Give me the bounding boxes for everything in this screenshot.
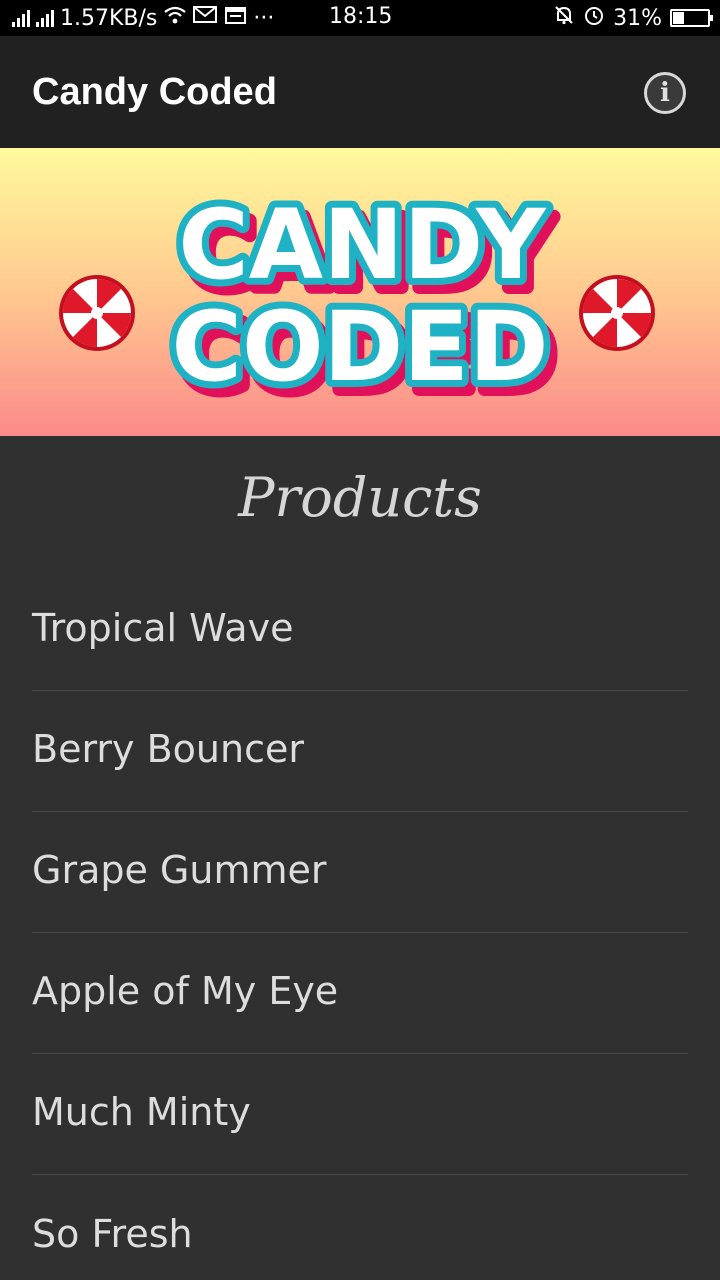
signal-icon: [36, 9, 54, 27]
signal-icon: [12, 9, 30, 27]
product-item-so-fresh[interactable]: So Fresh: [32, 1175, 688, 1280]
info-icon: i: [660, 78, 670, 108]
app-bar: Candy Coded i: [0, 36, 720, 148]
mute-icon: [553, 4, 575, 32]
peppermint-icon-right: [579, 275, 655, 351]
status-time: 18:15: [329, 4, 393, 29]
mail-icon: [193, 5, 219, 31]
battery-percent: 31%: [613, 5, 662, 31]
battery-icon: [670, 9, 713, 27]
logo-line1: CANDY: [178, 189, 547, 301]
product-item-grape-gummer[interactable]: Grape Gummer: [32, 812, 688, 933]
status-left: 1.57KB/s ···: [12, 5, 274, 31]
product-item-much-minty[interactable]: Much Minty: [32, 1054, 688, 1175]
info-button[interactable]: i: [644, 72, 686, 114]
peppermint-icon-left: [59, 275, 135, 351]
app-title: Candy Coded: [32, 70, 277, 113]
product-item-apple-of-my-eye[interactable]: Apple of My Eye: [32, 933, 688, 1054]
product-list: Tropical Wave Berry Bouncer Grape Gummer…: [32, 570, 688, 1280]
product-item-berry-bouncer[interactable]: Berry Bouncer: [32, 691, 688, 812]
alarm-icon: [583, 4, 605, 32]
wifi-icon: [163, 5, 187, 31]
candy-coded-banner: CANDY CANDY CANDY CODED CODED CODED: [0, 148, 720, 436]
network-speed: 1.57KB/s: [60, 5, 158, 31]
more-icon: ···: [253, 5, 275, 31]
logo-line2: CODED: [171, 291, 548, 403]
product-item-tropical-wave[interactable]: Tropical Wave: [32, 570, 688, 691]
status-bar: 1.57KB/s ··· 18:15 31%: [0, 0, 720, 36]
candy-coded-logo: CANDY CANDY CANDY CODED CODED CODED: [59, 182, 655, 419]
calendar-icon: [225, 5, 247, 31]
status-right: 31%: [553, 0, 713, 36]
battery-fill: [673, 12, 684, 24]
products-heading: Products: [238, 466, 482, 529]
